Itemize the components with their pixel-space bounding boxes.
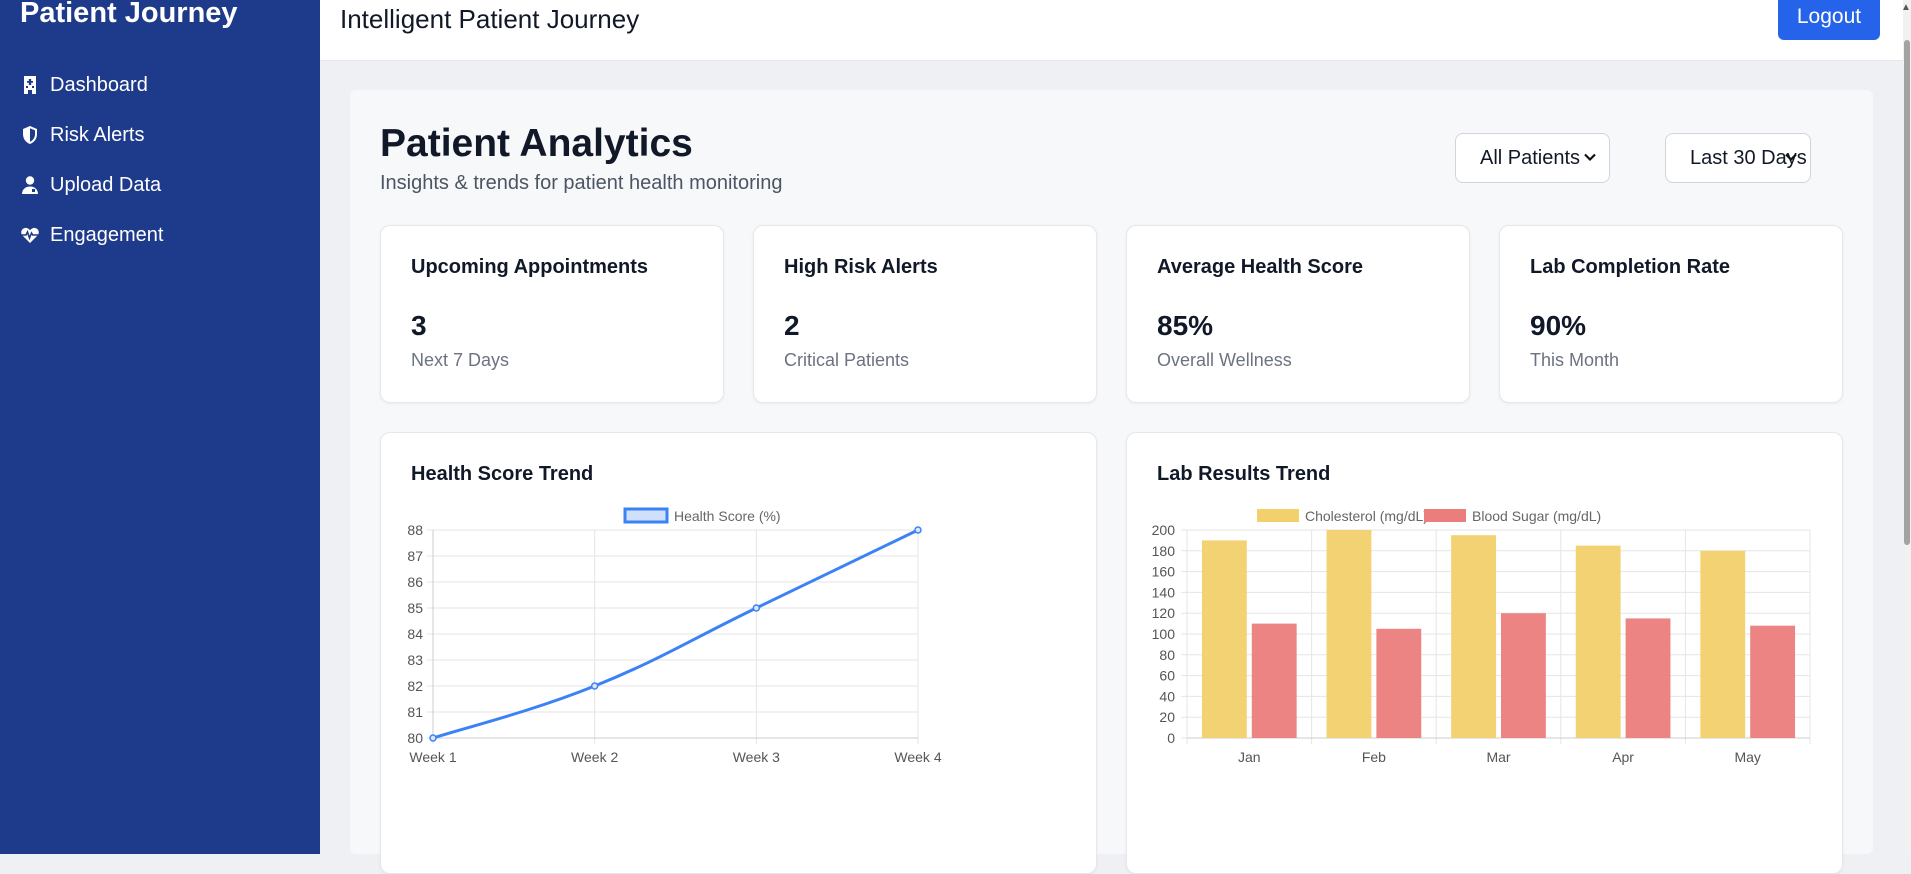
legend-swatch	[1257, 509, 1299, 522]
y-tick-label: 87	[407, 548, 423, 564]
stat-title: Average Health Score	[1157, 256, 1364, 278]
y-tick-label: 180	[1152, 543, 1176, 559]
patient-filter-value: All Patients	[1480, 146, 1581, 169]
y-tick-label: 0	[1167, 730, 1175, 746]
y-tick-label: 80	[1159, 647, 1175, 663]
sidebar-item-engagement[interactable]: Engagement	[20, 210, 163, 260]
bar-cholesterol	[1575, 545, 1621, 738]
health-score-chart-card: Health Score Trend 80 81 82 83 84 85 86 87 88 Wee…	[380, 432, 1097, 874]
lab-results-chart-card: Lab Results Trend 0 20 40 60 80 100 120 140 160 1…	[1126, 432, 1843, 874]
y-tick-label: 85	[407, 600, 423, 616]
sidebar-item-risk-alerts[interactable]: Risk Alerts	[20, 110, 163, 160]
scrollbar-thumb[interactable]	[1904, 40, 1910, 545]
y-tick-label: 40	[1159, 688, 1175, 704]
y-tick-label: 88	[407, 522, 423, 538]
stat-subtitle: Critical Patients	[784, 350, 910, 370]
stat-subtitle: This Month	[1530, 350, 1620, 370]
stat-subtitle: Overall Wellness	[1157, 350, 1292, 370]
y-tick-label: 80	[407, 730, 423, 746]
sidebar-nav: Dashboard Risk Alerts Upload Data Engage…	[20, 60, 163, 260]
page-subtitle: Insights & trends for patient health mon…	[380, 172, 783, 194]
y-tick-label: 100	[1152, 626, 1176, 642]
x-tick-label: Feb	[1362, 749, 1386, 765]
scroll-up-icon[interactable]: ▲	[1901, 2, 1911, 13]
y-tick-label: 20	[1159, 709, 1175, 725]
y-tick-label: 140	[1152, 584, 1176, 600]
legend-label: Cholesterol (mg/dL)	[1305, 508, 1428, 524]
x-tick-label: Week 4	[894, 749, 941, 765]
sidebar-item-label: Risk Alerts	[50, 123, 145, 146]
x-tick-label: Mar	[1486, 749, 1510, 765]
stat-title: Upcoming Appointments	[411, 256, 649, 278]
x-tick-label: Week 2	[571, 749, 618, 765]
sidebar-item-upload-data[interactable]: Upload Data	[20, 160, 163, 210]
bar-blood-sugar	[1750, 625, 1796, 738]
stat-value: 85%	[1157, 310, 1214, 341]
chevron-down-icon	[1785, 153, 1797, 162]
bar-cholesterol	[1326, 530, 1372, 738]
legend-swatch	[1424, 509, 1466, 522]
y-tick-label: 81	[407, 704, 423, 720]
data-point	[914, 526, 922, 534]
sidebar-item-label: Dashboard	[50, 73, 148, 96]
y-tick-label: 83	[407, 652, 423, 668]
y-tick-label: 84	[407, 626, 423, 642]
x-tick-label: Week 3	[733, 749, 780, 765]
y-tick-label: 160	[1152, 564, 1176, 580]
bar-cholesterol	[1451, 535, 1497, 738]
bar-blood-sugar	[1500, 613, 1546, 738]
stat-card-risk-alerts: High Risk Alerts 2 Critical Patients	[753, 225, 1097, 403]
legend-swatch	[623, 507, 669, 524]
stat-card-appointments: Upcoming Appointments 3 Next 7 Days	[380, 225, 724, 403]
bar-blood-sugar	[1376, 628, 1422, 738]
sidebar-item-label: Upload Data	[50, 173, 162, 196]
legend-label: Health Score (%)	[674, 508, 781, 524]
heart-pulse-icon	[20, 224, 40, 246]
y-tick-label: 60	[1159, 668, 1175, 684]
data-point	[590, 682, 599, 690]
stat-value: 2	[784, 310, 800, 341]
bar-blood-sugar	[1625, 618, 1671, 738]
stat-subtitle: Next 7 Days	[411, 350, 510, 370]
data-point	[429, 734, 437, 742]
chevron-down-icon	[1584, 153, 1596, 162]
x-tick-label: May	[1734, 749, 1760, 765]
app-title: Intelligent Patient Journey	[340, 4, 640, 34]
sidebar-item-label: Engagement	[50, 223, 164, 246]
x-tick-label: Apr	[1612, 749, 1634, 765]
health-score-line-chart: 80 81 82 83 84 85 86 87 88 Week 1 Week 2 Week 3 Week…	[407, 507, 942, 765]
stat-card-lab-completion: Lab Completion Rate 90% This Month	[1499, 225, 1843, 403]
logout-button[interactable]: Logout	[1778, 0, 1880, 40]
stat-card-health-score: Average Health Score 85% Overall Wellnes…	[1126, 225, 1470, 403]
stat-value: 3	[411, 310, 427, 341]
main-content: Patient Analytics Insights & trends for …	[350, 90, 1873, 874]
bar-cholesterol	[1201, 540, 1247, 738]
hospital-icon	[20, 74, 40, 96]
x-tick-label: Week 1	[409, 749, 456, 765]
stat-title: Lab Completion Rate	[1530, 256, 1731, 278]
y-tick-label: 82	[407, 678, 423, 694]
stat-title: High Risk Alerts	[784, 256, 938, 278]
sidebar: Patient Journey Dashboard Risk Alerts Up…	[0, 0, 320, 854]
top-bar: Intelligent Patient Journey Logout	[320, 0, 1911, 61]
date-range-select[interactable]: Last 30 Days	[1665, 133, 1811, 183]
page-title: Patient Analytics	[380, 122, 693, 165]
shield-icon	[20, 124, 40, 146]
y-tick-label: 200	[1152, 522, 1176, 538]
stat-value: 90%	[1530, 310, 1587, 341]
y-tick-label: 120	[1152, 605, 1176, 621]
bar-cholesterol	[1700, 550, 1746, 738]
data-point	[752, 604, 761, 612]
sidebar-item-dashboard[interactable]: Dashboard	[20, 60, 163, 110]
x-tick-label: Jan	[1238, 749, 1261, 765]
legend-label: Blood Sugar (mg/dL)	[1472, 508, 1601, 524]
patient-filter-select[interactable]: All Patients	[1455, 133, 1610, 183]
y-tick-label: 86	[407, 574, 423, 590]
brand-title: Patient Journey	[20, 0, 238, 29]
lab-results-bar-chart: 0 20 40 60 80 100 120 140 160 180 200 Jan Feb Mar Apr M…	[1152, 508, 1811, 765]
bar-blood-sugar	[1251, 623, 1297, 738]
user-doctor-icon	[20, 174, 40, 196]
